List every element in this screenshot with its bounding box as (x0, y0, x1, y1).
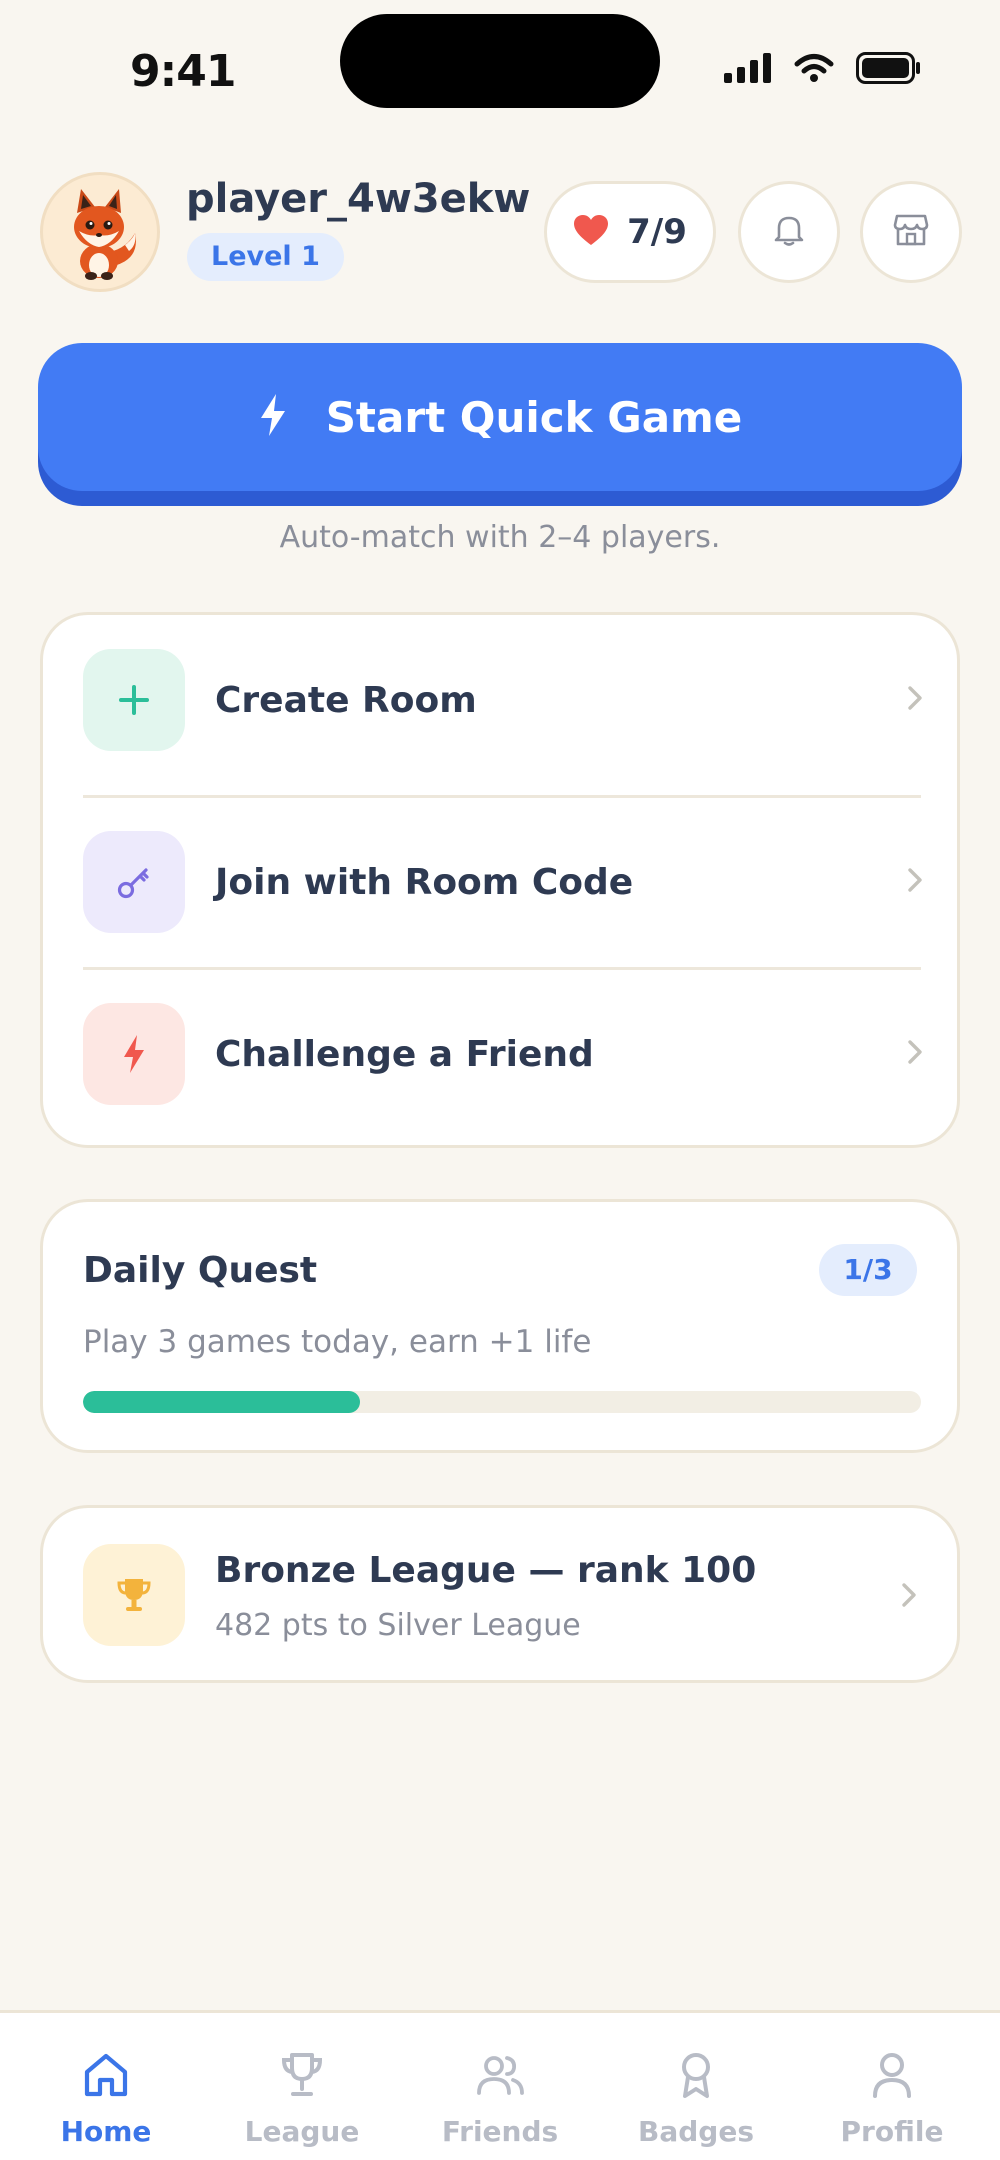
tab-label: Friends (441, 2115, 559, 2148)
shop-icon (893, 213, 929, 251)
battery-icon (856, 52, 922, 88)
league-title: Bronze League — rank 100 (215, 1550, 757, 1591)
shop-button[interactable] (860, 181, 962, 283)
notifications-button[interactable] (738, 181, 840, 283)
person-icon (872, 2049, 912, 2101)
lives-counter[interactable]: 7/9 (544, 181, 716, 283)
join-room-code-label: Join with Room Code (215, 861, 634, 903)
tab-label: Badges (638, 2115, 754, 2148)
avatar[interactable] (40, 172, 160, 292)
friends-icon (476, 2049, 524, 2101)
quest-description: Play 3 games today, earn +1 life (83, 1324, 592, 1360)
chevron-right-icon (901, 1582, 917, 1612)
quick-game-label: Start Quick Game (325, 392, 743, 442)
status-time: 9:41 (130, 46, 236, 97)
challenge-friend-label: Challenge a Friend (215, 1033, 594, 1075)
key-icon (83, 831, 185, 933)
status-icons (724, 52, 922, 88)
tab-badges[interactable]: Badges (598, 2013, 794, 2160)
dynamic-island (340, 14, 660, 108)
status-bar: 9:41 (0, 0, 1000, 140)
start-quick-game-button[interactable]: Start Quick Game (38, 343, 962, 491)
lives-value: 7/9 (627, 212, 687, 252)
home-icon (82, 2049, 130, 2101)
tab-label: Profile (840, 2115, 944, 2148)
challenge-friend-row[interactable]: Challenge a Friend (43, 969, 963, 1139)
daily-quest-card[interactable]: Daily Quest 1/3 Play 3 games today, earn… (40, 1199, 960, 1453)
join-room-code-row[interactable]: Join with Room Code (43, 797, 963, 967)
chevron-right-icon (907, 1039, 923, 1069)
tab-label: League (244, 2115, 360, 2148)
trophy-icon (83, 1544, 185, 1646)
cellular-signal-icon (724, 53, 772, 87)
tab-home[interactable]: Home (8, 2013, 204, 2160)
badge-icon (678, 2049, 714, 2101)
bolt-icon (258, 393, 288, 441)
chevron-right-icon (907, 685, 923, 715)
quick-game-subtitle: Auto-match with 2–4 players. (279, 520, 721, 555)
fox-avatar-icon (74, 189, 136, 280)
league-subtitle: 482 pts to Silver League (215, 1608, 581, 1643)
chevron-right-icon (907, 867, 923, 897)
tab-bar: Home League Friends Badges Profile (0, 2010, 1000, 2160)
create-room-label: Create Room (215, 679, 477, 721)
tab-profile[interactable]: Profile (794, 2013, 990, 2160)
username: player_4w3ekw (186, 176, 531, 222)
level-badge: Level 1 (187, 233, 344, 281)
quest-count-badge: 1/3 (819, 1244, 917, 1296)
quest-title: Daily Quest (83, 1250, 318, 1291)
game-options-card: Create Room Join with Room Code Challeng… (40, 612, 960, 1148)
bell-icon (774, 214, 804, 250)
tab-label: Home (60, 2115, 152, 2148)
quest-progress-fill (83, 1391, 360, 1413)
tab-friends[interactable]: Friends (402, 2013, 598, 2160)
home-screen: 9:41 player_4w3ekw Level 1 7/9 Start Qui… (0, 0, 1000, 2160)
quest-progress-bar (83, 1391, 921, 1413)
trophy-icon (279, 2049, 325, 2101)
create-room-row[interactable]: Create Room (43, 615, 963, 785)
bolt-icon (83, 1003, 185, 1105)
league-card[interactable]: Bronze League — rank 100 482 pts to Silv… (40, 1505, 960, 1683)
tab-league[interactable]: League (204, 2013, 400, 2160)
heart-icon (573, 214, 609, 250)
plus-icon (83, 649, 185, 751)
wifi-icon (794, 53, 834, 87)
